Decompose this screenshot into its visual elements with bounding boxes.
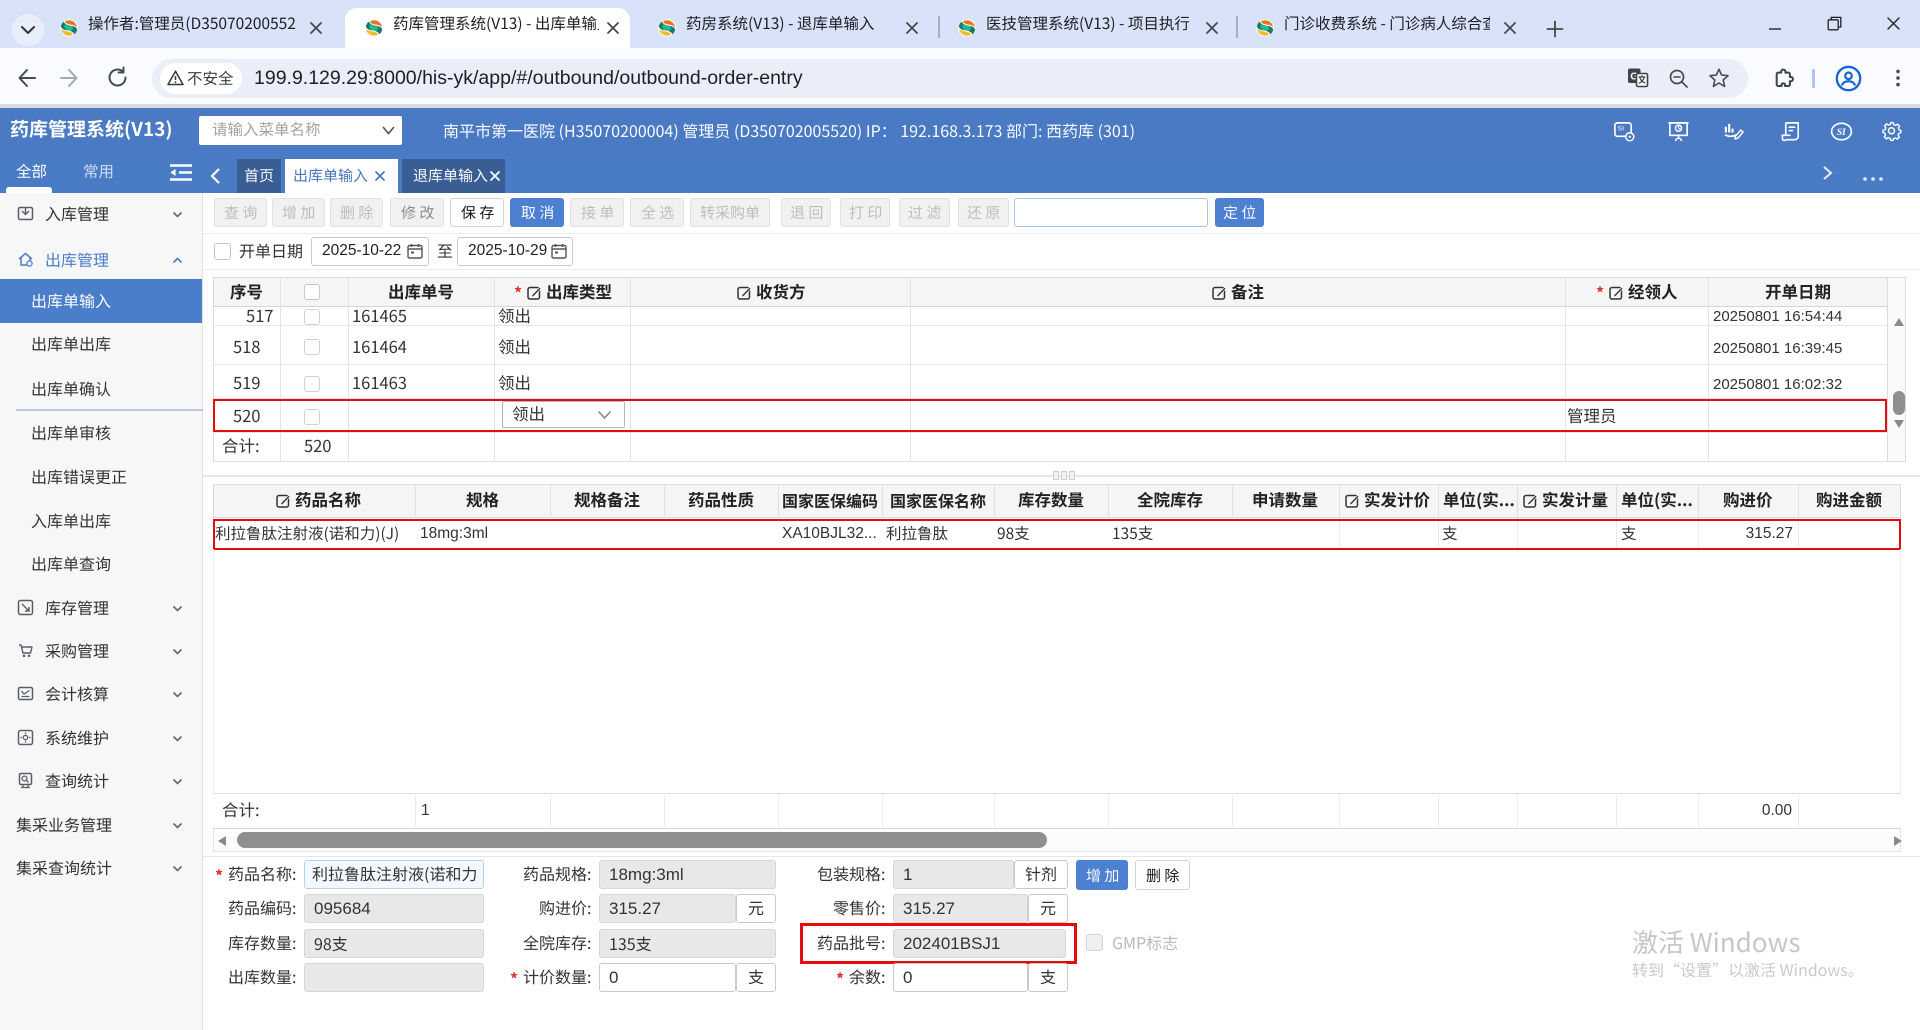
svg-text:SI: SI	[1837, 127, 1846, 138]
svg-text:SI: SI	[1618, 126, 1624, 133]
